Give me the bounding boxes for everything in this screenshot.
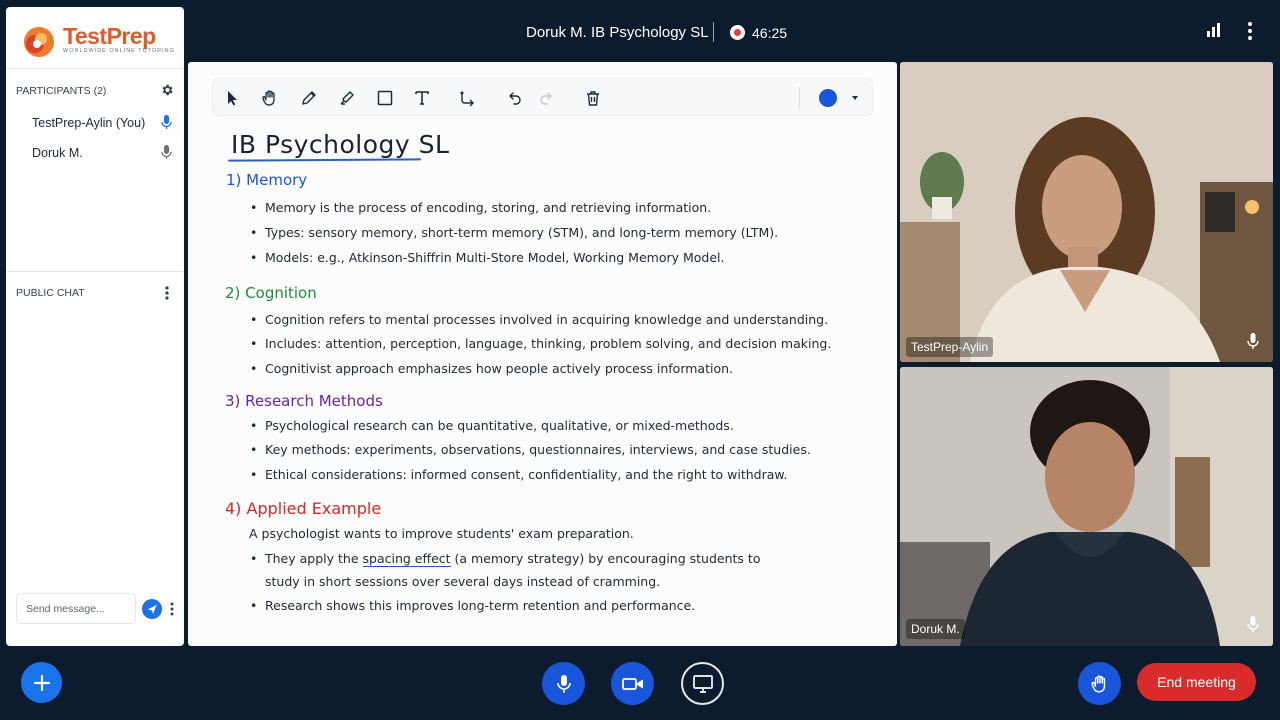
redo-icon[interactable] xyxy=(538,89,556,107)
section-heading-memory: 1) Memory xyxy=(226,171,308,189)
video-tile-student[interactable]: Doruk M. xyxy=(900,367,1273,646)
camera-toggle-button[interactable] xyxy=(611,662,654,705)
video-camera-icon xyxy=(621,677,643,690)
sidebar: TestPrep WORLDWIDE ONLINE TUTORING PARTI… xyxy=(6,7,184,646)
bullet-text: They apply the xyxy=(265,551,359,566)
section-heading-cognition: 2) Cognition xyxy=(225,284,317,302)
microphone-icon xyxy=(556,674,571,693)
student-video-feed xyxy=(900,367,1273,646)
plus-icon xyxy=(33,674,50,691)
video-name-label: TestPrep-Aylin xyxy=(906,337,994,357)
bullet-continuation: study in short sessions over several day… xyxy=(265,574,661,589)
bullet-item: Includes: attention, perception, languag… xyxy=(250,336,831,351)
public-chat-header: PUBLIC CHAT xyxy=(16,287,85,299)
trash-icon[interactable] xyxy=(584,89,602,107)
color-picker-swatch[interactable] xyxy=(819,89,837,107)
section-heading-applied-example: 4) Applied Example xyxy=(225,499,382,518)
whiteboard[interactable]: IB Psychology SL 1) Memory Memory is the… xyxy=(188,62,897,646)
meeting-timer: 46:25 xyxy=(752,25,788,41)
hand-tool-icon[interactable] xyxy=(261,89,279,107)
toolbar-divider xyxy=(799,87,800,109)
video-name-label: Doruk M. xyxy=(906,619,965,639)
title-divider xyxy=(713,22,714,42)
mic-icon xyxy=(161,145,172,159)
screen-share-button[interactable] xyxy=(681,662,724,705)
end-meeting-button[interactable]: End meeting xyxy=(1137,663,1256,701)
logo: TestPrep WORLDWIDE ONLINE TUTORING xyxy=(6,7,184,69)
highlighter-tool-icon[interactable] xyxy=(338,89,356,107)
chat-more-icon[interactable] xyxy=(163,285,171,301)
gear-icon[interactable] xyxy=(160,83,174,97)
bullet-item: Psychological research can be quantitati… xyxy=(250,418,734,433)
brand-name: TestPrep xyxy=(63,23,156,49)
undo-icon[interactable] xyxy=(505,89,523,107)
pen-tool-icon[interactable] xyxy=(300,89,318,107)
recording-icon xyxy=(730,25,745,40)
bullet-item: Key methods: experiments, observations, … xyxy=(250,442,811,457)
mic-active-icon xyxy=(161,115,172,129)
bullet-item: Memory is the process of encoding, stori… xyxy=(250,200,711,215)
text-tool-icon[interactable] xyxy=(413,89,431,107)
testprep-logo-icon xyxy=(24,27,54,57)
bullet-item: They apply the spacing effect (a memory … xyxy=(250,551,761,567)
chevron-down-icon[interactable] xyxy=(851,94,859,102)
mic-icon xyxy=(1247,333,1259,349)
rectangle-tool-icon[interactable] xyxy=(376,89,394,107)
more-vertical-icon[interactable] xyxy=(1244,20,1256,42)
send-message-button[interactable] xyxy=(142,599,162,619)
select-tool-icon[interactable] xyxy=(223,89,241,107)
video-tile-tutor[interactable]: TestPrep-Aylin xyxy=(900,62,1273,362)
spacing-effect-term: spacing effect xyxy=(362,551,451,567)
microphone-toggle-button[interactable] xyxy=(542,662,585,705)
bullet-item: Models: e.g., Atkinson-Shiffrin Multi-St… xyxy=(250,250,725,265)
raise-hand-icon xyxy=(1091,675,1105,693)
bullet-item: Cognition refers to mental processes inv… xyxy=(250,312,828,327)
chat-options-icon[interactable] xyxy=(169,601,175,617)
brand-tagline: WORLDWIDE ONLINE TUTORING xyxy=(63,48,175,54)
chat-message-input[interactable] xyxy=(16,593,136,624)
participant-item-student[interactable]: Doruk M. xyxy=(32,146,83,160)
bullet-text: (a memory strategy) by encouraging stude… xyxy=(454,551,761,566)
bullet-item: Ethical considerations: informed consent… xyxy=(250,467,787,482)
participant-item-self[interactable]: TestPrep-Aylin (You) xyxy=(32,116,145,130)
bullet-item: Types: sensory memory, short-term memory… xyxy=(250,225,778,240)
monitor-icon xyxy=(692,674,713,693)
participants-header: PARTICIPANTS (2) xyxy=(16,85,107,97)
signal-bars-icon[interactable] xyxy=(1206,22,1222,38)
top-bar: Doruk M. IB Psychology SL 46:25 xyxy=(0,0,1280,62)
section-heading-research-methods: 3) Research Methods xyxy=(225,392,383,410)
whiteboard-toolbar xyxy=(212,78,873,116)
add-button[interactable] xyxy=(21,662,62,703)
bullet-item: Research shows this improves long-term r… xyxy=(250,598,695,613)
sidebar-divider xyxy=(6,271,184,272)
raise-hand-button[interactable] xyxy=(1078,662,1121,705)
applied-intro: A psychologist wants to improve students… xyxy=(249,526,634,541)
send-icon xyxy=(147,605,157,614)
meeting-title: Doruk M. IB Psychology SL xyxy=(526,24,709,41)
connector-tool-icon[interactable] xyxy=(459,89,477,107)
tutor-video-feed xyxy=(900,62,1273,362)
title-underline xyxy=(227,158,422,162)
bullet-item: Cognitivist approach emphasizes how peop… xyxy=(250,361,733,376)
board-title: IB Psychology SL xyxy=(231,130,450,159)
mic-icon xyxy=(1247,616,1259,632)
